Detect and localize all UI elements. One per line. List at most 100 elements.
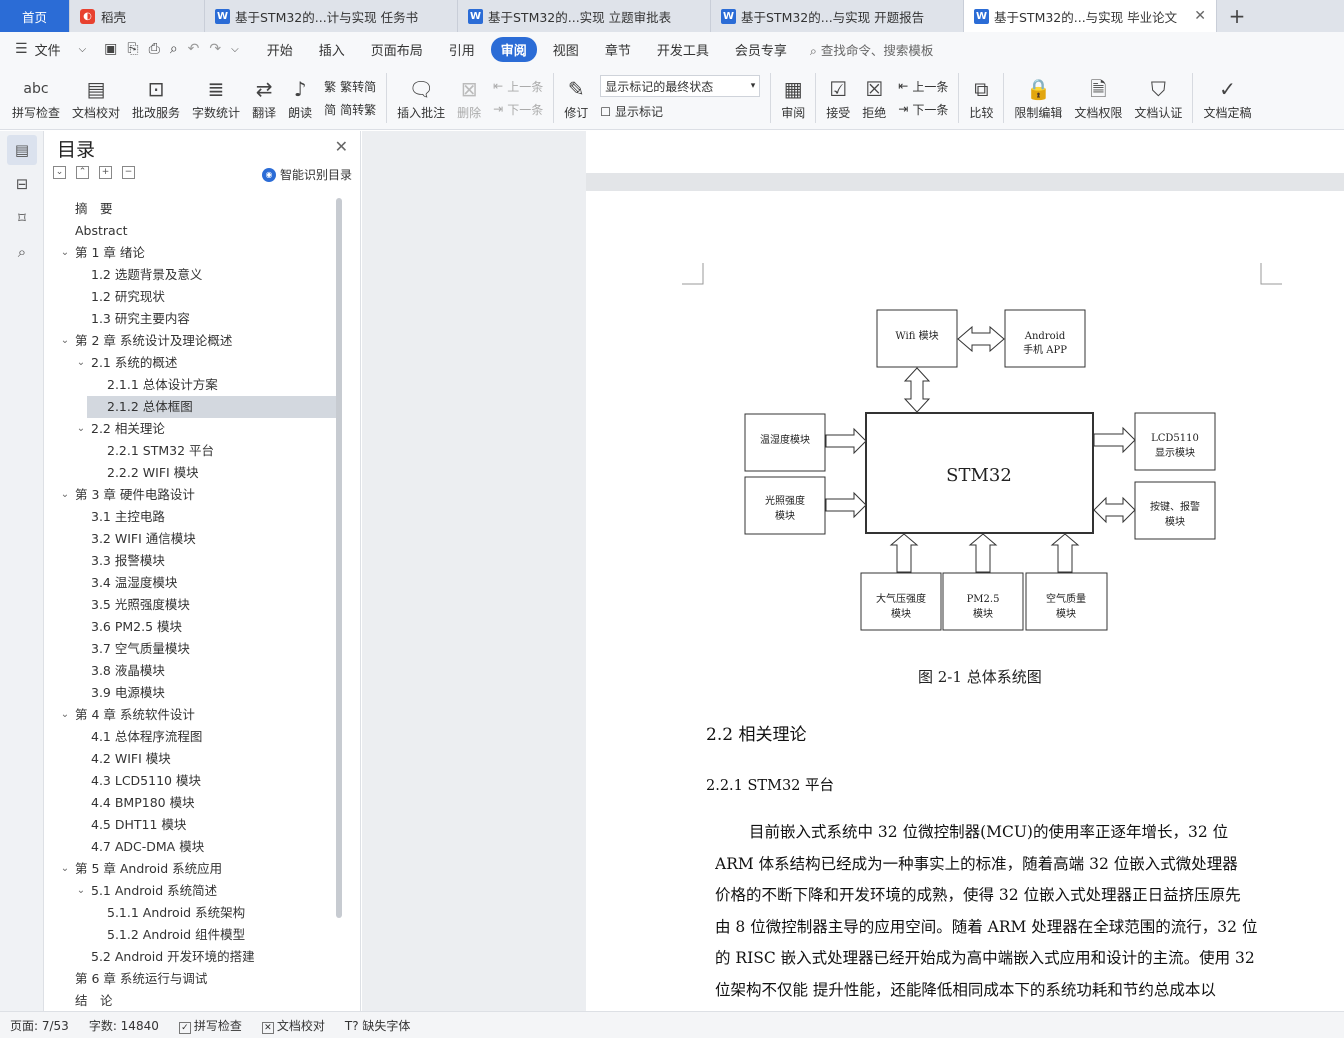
- chevron-down-icon[interactable]: ⌄: [59, 484, 71, 506]
- toc-item[interactable]: ⌄ 第 1 章 绪论: [49, 242, 337, 264]
- toc-item[interactable]: ⌄ 2.2 相关理论: [49, 418, 337, 440]
- toc-item[interactable]: 5.1.2 Android 组件模型: [49, 924, 337, 946]
- toc-item[interactable]: 4.1 总体程序流程图: [49, 726, 337, 748]
- chevron-down-icon[interactable]: ⌄: [59, 704, 71, 726]
- tab-home[interactable]: 首页: [0, 0, 70, 32]
- minus-icon[interactable]: −: [122, 166, 135, 179]
- tab-docer[interactable]: ◐ 稻壳: [70, 0, 205, 32]
- status-doc-proof[interactable]: ✕ 文档校对: [252, 1017, 335, 1034]
- toc-item[interactable]: 4.4 BMP180 模块: [49, 792, 337, 814]
- toc-scrollbar[interactable]: [336, 198, 342, 918]
- toc-item[interactable]: ⌄ 第 2 章 系统设计及理论概述: [49, 330, 337, 352]
- toc-item[interactable]: ⌄ 第 3 章 硬件电路设计: [49, 484, 337, 506]
- toc-item[interactable]: 4.7 ADC-DMA 模块: [49, 836, 337, 858]
- toc-item[interactable]: 结 论: [49, 990, 337, 1008]
- smart-toc-button[interactable]: ◉ 智能识别目录: [261, 166, 352, 183]
- toc-item[interactable]: 1.2 选题背景及意义: [49, 264, 337, 286]
- status-missing-font[interactable]: T? 缺失字体: [335, 1017, 421, 1034]
- toc-item[interactable]: 1.2 研究现状: [49, 286, 337, 308]
- bookmark-icon[interactable]: ⌑: [7, 203, 37, 233]
- tab-proposal[interactable]: W 基于STM32的...与实现 开题报告: [711, 0, 964, 32]
- to-simp-button[interactable]: 简简转繁: [324, 101, 376, 118]
- menu-view[interactable]: 视图: [540, 40, 592, 59]
- restrict-edit-button[interactable]: 🔒 限制编辑: [1008, 68, 1068, 128]
- close-icon[interactable]: ✕: [335, 137, 348, 156]
- translate-button[interactable]: ⇄ 翻译: [246, 68, 282, 128]
- toc-item[interactable]: 3.2 WIFI 通信模块: [49, 528, 337, 550]
- doc-finalize-button[interactable]: ✓ 文档定稿: [1197, 68, 1257, 128]
- toc-item[interactable]: 2.1.2 总体框图: [87, 396, 337, 418]
- menu-review[interactable]: 审阅: [490, 36, 537, 62]
- toc-item[interactable]: 2.2.1 STM32 平台: [49, 440, 337, 462]
- toc-item[interactable]: 5.2 Android 开发环境的搭建: [49, 946, 337, 968]
- toc-item[interactable]: ⌄ 第 4 章 系统软件设计: [49, 704, 337, 726]
- compare-button[interactable]: ⧉ 比较: [963, 68, 999, 128]
- markup-select[interactable]: 显示标记的最终状态 ▾: [600, 75, 761, 97]
- toc-item[interactable]: 3.6 PM2.5 模块: [49, 616, 337, 638]
- show-markup-button[interactable]: ☐ 显示标记: [600, 103, 760, 120]
- toc-item[interactable]: 3.5 光照强度模块: [49, 594, 337, 616]
- command-search[interactable]: ⌕ 查找命令、搜索模板: [810, 40, 934, 59]
- word-count-button[interactable]: ≣ 字数统计: [186, 68, 246, 128]
- menu-layout[interactable]: 页面布局: [358, 40, 436, 59]
- toc-item[interactable]: 2.2.2 WIFI 模块: [49, 462, 337, 484]
- spell-check-button[interactable]: abc 拼写检查: [6, 68, 66, 128]
- toc-item[interactable]: 3.9 电源模块: [49, 682, 337, 704]
- chevron-down-icon[interactable]: ⌄: [75, 418, 87, 440]
- next-comment-button[interactable]: ⇥ 下一条: [493, 101, 543, 118]
- toc-item[interactable]: 3.8 液晶模块: [49, 660, 337, 682]
- doc-proof-button[interactable]: ▤ 文档校对: [66, 68, 126, 128]
- toc-item[interactable]: ⌄ 第 5 章 Android 系统应用: [49, 858, 337, 880]
- toc-item[interactable]: 第 6 章 系统运行与调试: [49, 968, 337, 990]
- save-icon[interactable]: ▣: [99, 41, 122, 57]
- menu-insert[interactable]: 插入: [306, 40, 358, 59]
- chevron-down-icon[interactable]: ⌄: [75, 880, 87, 902]
- next-change-button[interactable]: ⇥ 下一条: [898, 101, 948, 118]
- toc-item[interactable]: 3.1 主控电路: [49, 506, 337, 528]
- review-service-button[interactable]: ⊡ 批改服务: [126, 68, 186, 128]
- tab-approval-form[interactable]: W 基于STM32的...实现 立题审批表: [458, 0, 711, 32]
- to-trad-button[interactable]: 繁繁转简: [324, 78, 376, 95]
- doc-certify-button[interactable]: ⛉ 文档认证: [1128, 68, 1188, 128]
- menu-file[interactable]: 文件: [33, 40, 74, 59]
- menu-reference[interactable]: 引用: [436, 40, 488, 59]
- chevron-down-icon[interactable]: ⌄: [75, 352, 87, 374]
- toc-item[interactable]: Abstract: [49, 220, 337, 242]
- toc-item[interactable]: 4.5 DHT11 模块: [49, 814, 337, 836]
- toc-item[interactable]: 2.1.1 总体设计方案: [49, 374, 337, 396]
- toc-item[interactable]: 5.1.1 Android 系统架构: [49, 902, 337, 924]
- doc-rights-button[interactable]: 🗎 文档权限: [1068, 68, 1128, 128]
- expand-chevron-icon[interactable]: ⌃: [76, 166, 89, 179]
- toc-item[interactable]: ⌄ 2.1 系统的概述: [49, 352, 337, 374]
- accept-button[interactable]: ☑ 接受: [820, 68, 856, 128]
- tab-thesis[interactable]: W 基于STM32的...与实现 毕业论文 ✕: [964, 0, 1217, 32]
- print-preview-icon[interactable]: ⌕: [165, 41, 183, 57]
- track-changes-button[interactable]: ✎ 修订: [558, 68, 594, 128]
- hamburger-icon[interactable]: ☰: [10, 41, 33, 57]
- tab-task-book[interactable]: W 基于STM32的...计与实现 任务书: [205, 0, 458, 32]
- prev-comment-button[interactable]: ⇤ 上一条: [493, 78, 543, 95]
- read-aloud-button[interactable]: ♪ 朗读: [282, 68, 318, 128]
- plus-icon[interactable]: +: [99, 166, 112, 179]
- redo-icon[interactable]: ↷: [204, 41, 226, 57]
- close-icon[interactable]: ✕: [1194, 8, 1206, 24]
- toc-item[interactable]: 4.3 LCD5110 模块: [49, 770, 337, 792]
- toc-panel-icon[interactable]: ▤: [7, 135, 37, 165]
- menu-developer[interactable]: 开发工具: [644, 40, 722, 59]
- toc-item[interactable]: 3.4 温湿度模块: [49, 572, 337, 594]
- chevron-down-icon[interactable]: ⌄: [59, 330, 71, 352]
- prev-change-button[interactable]: ⇤ 上一条: [898, 78, 948, 95]
- new-tab-plus-icon[interactable]: +: [1217, 0, 1257, 32]
- toc-item[interactable]: 摘 要: [49, 198, 337, 220]
- undo-icon[interactable]: ↶: [183, 41, 205, 57]
- chevron-down-icon[interactable]: ⌄: [59, 858, 71, 880]
- word-count-indicator[interactable]: 字数: 14840: [79, 1017, 169, 1034]
- insert-comment-button[interactable]: 🗨 插入批注: [391, 68, 451, 128]
- reject-button[interactable]: ☒ 拒绝: [856, 68, 892, 128]
- delete-comment-button[interactable]: ⊠ 删除: [451, 68, 487, 128]
- toc-item[interactable]: 4.2 WIFI 模块: [49, 748, 337, 770]
- toc-item[interactable]: 3.3 报警模块: [49, 550, 337, 572]
- menu-start[interactable]: 开始: [254, 40, 306, 59]
- menu-member[interactable]: 会员专享: [722, 40, 800, 59]
- toc-item[interactable]: ⌄ 5.1 Android 系统简述: [49, 880, 337, 902]
